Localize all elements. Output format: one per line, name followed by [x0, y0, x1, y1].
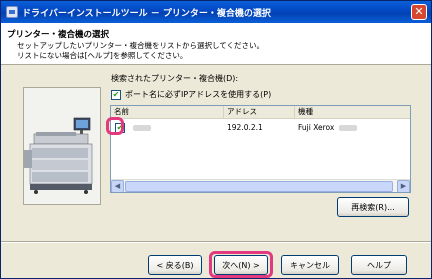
close-button[interactable]: ✕	[411, 4, 427, 20]
printer-address: 192.0.2.1	[227, 123, 263, 132]
wizard-header: プリンター・複合機の選択 セットアップしたいプリンター・複合機をリストから選択し…	[1, 23, 431, 65]
rescan-button[interactable]: 再検索(R)...	[337, 197, 409, 217]
list-header: 名前 アドレス 機種	[111, 106, 410, 119]
window-title: ドライバーインストールツール － プリンター・複合機の選択	[22, 8, 271, 19]
checkbox-highlight	[106, 117, 124, 135]
column-header-model[interactable]: 機種	[295, 106, 400, 119]
cancel-button[interactable]: キャンセル	[281, 255, 339, 275]
use-ip-checkbox[interactable]: ✔	[111, 89, 121, 100]
redacted-model	[338, 125, 357, 131]
horizontal-scrollbar[interactable]: ◀ ▶	[111, 179, 410, 192]
back-button[interactable]: < 戻る(B)	[148, 255, 202, 275]
scrollbar-thumb[interactable]	[125, 181, 393, 192]
description-line-2: リストにない場合は[ヘルプ]を参照してください。	[17, 51, 188, 60]
column-header-name[interactable]: 名前	[111, 106, 224, 119]
table-row[interactable]: ✔ 192.0.2.1 Fuji Xerox	[111, 121, 410, 134]
app-icon	[6, 6, 18, 18]
help-button[interactable]: ヘルプ	[351, 255, 407, 275]
use-ip-checkbox-label[interactable]: ポート名に必ずIPアドレスを使用する(P)	[125, 89, 271, 100]
printer-model: Fuji Xerox	[298, 123, 335, 132]
multifunction-printer-icon	[24, 88, 100, 204]
name-cell: ✔	[111, 122, 224, 133]
installer-window: ドライバーインストールツール － プリンター・複合機の選択 ✕ プリンター・複合…	[0, 0, 432, 279]
found-printers-label: 検索されたプリンター・複合機(D):	[111, 74, 239, 83]
next-button-highlight	[209, 251, 273, 278]
use-ip-option[interactable]: ✔ ポート名に必ずIPアドレスを使用する(P)	[111, 89, 271, 100]
scroll-right-arrow-icon[interactable]: ▶	[397, 180, 410, 192]
column-header-address[interactable]: アドレス	[224, 106, 295, 119]
model-cell: Fuji Xerox	[295, 123, 405, 132]
printer-illustration	[23, 87, 101, 205]
page-description: セットアップしたいプリンター・複合機をリストから選択してください。 リストにない…	[17, 41, 264, 61]
title-bar[interactable]: ドライバーインストールツール － プリンター・複合機の選択 ✕	[1, 1, 431, 23]
redacted-name	[133, 124, 151, 131]
page-title: プリンター・複合機の選択	[7, 30, 110, 40]
printer-list[interactable]: 名前 アドレス 機種 ✔ 192.0.2.1 Fuji Xerox ◀ ▶	[110, 105, 411, 193]
scroll-left-arrow-icon[interactable]: ◀	[111, 180, 124, 192]
footer-divider	[1, 241, 431, 243]
description-line-1: セットアップしたいプリンター・複合機をリストから選択してください。	[17, 41, 265, 50]
